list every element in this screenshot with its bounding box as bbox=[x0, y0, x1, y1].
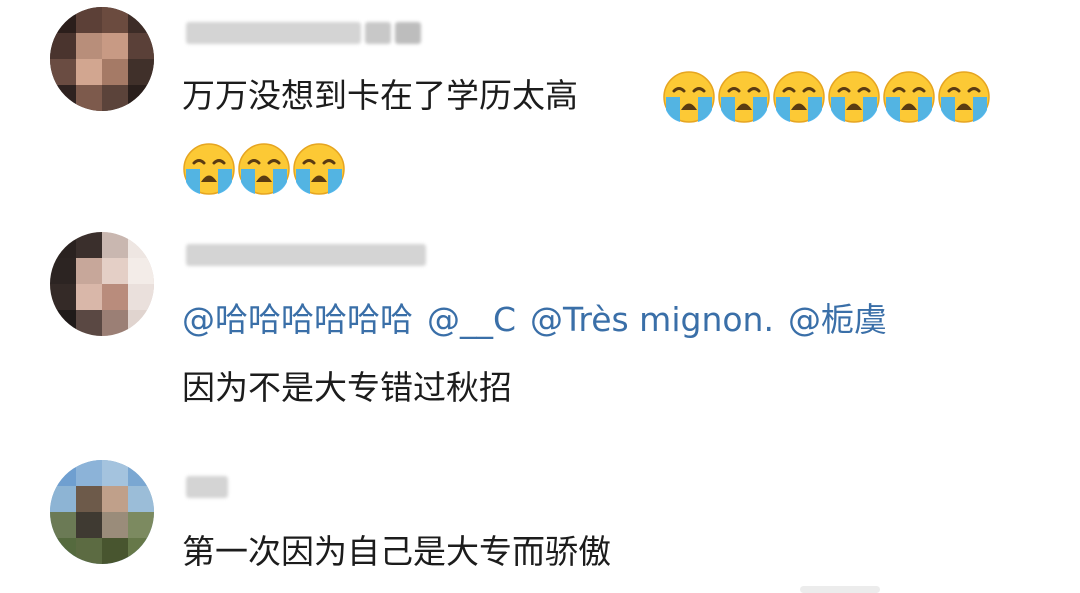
username-blurred[interactable] bbox=[182, 470, 228, 504]
mention-link[interactable]: @__C bbox=[427, 300, 516, 339]
mention-link[interactable]: @Très mignon. bbox=[530, 300, 774, 339]
loudly-crying-face-icon bbox=[292, 142, 346, 196]
loudly-crying-face-icon bbox=[662, 70, 716, 124]
mention-line: @哈哈哈哈哈哈 @__C @Très mignon. @栀虞 bbox=[182, 298, 901, 342]
avatar[interactable] bbox=[50, 460, 154, 564]
comment-text: 第一次因为自己是大专而骄傲 bbox=[182, 532, 611, 571]
loudly-crying-face-icon bbox=[772, 70, 826, 124]
mention-link[interactable]: @栀虞 bbox=[788, 300, 887, 339]
comment-item[interactable]: @哈哈哈哈哈哈 @__C @Très mignon. @栀虞 因为不是大专错过秋招 bbox=[0, 220, 1080, 440]
avatar-image bbox=[50, 460, 154, 564]
loudly-crying-face-icon bbox=[182, 142, 236, 196]
blurred-name bbox=[186, 244, 426, 266]
loudly-crying-face-icon bbox=[237, 142, 291, 196]
loudly-crying-face-icon bbox=[882, 70, 936, 124]
avatar[interactable] bbox=[50, 7, 154, 111]
avatar[interactable] bbox=[50, 232, 154, 336]
blurred-name bbox=[186, 476, 228, 498]
blurred-badge bbox=[365, 22, 391, 44]
comment-item[interactable]: 万万没想到卡在了学历太高 bbox=[0, 0, 1080, 210]
blurred-badge bbox=[395, 22, 421, 44]
avatar-image bbox=[50, 7, 154, 111]
comment-text: 因为不是大专错过秋招 bbox=[182, 368, 512, 407]
comment-item[interactable]: 第一次因为自己是大专而骄傲 bbox=[0, 450, 1080, 593]
emoji-row bbox=[662, 70, 991, 124]
username-blurred[interactable] bbox=[182, 238, 426, 272]
username-blurred[interactable] bbox=[182, 16, 421, 50]
loudly-crying-face-icon bbox=[937, 70, 991, 124]
blurred-name bbox=[186, 22, 361, 44]
next-comment-preview bbox=[800, 586, 880, 593]
loudly-crying-face-icon bbox=[717, 70, 771, 124]
avatar-image bbox=[50, 232, 154, 336]
emoji-row bbox=[182, 142, 346, 196]
loudly-crying-face-icon bbox=[827, 70, 881, 124]
mention-link[interactable]: @哈哈哈哈哈哈 bbox=[182, 300, 413, 339]
comment-text: 万万没想到卡在了学历太高 bbox=[182, 76, 578, 115]
